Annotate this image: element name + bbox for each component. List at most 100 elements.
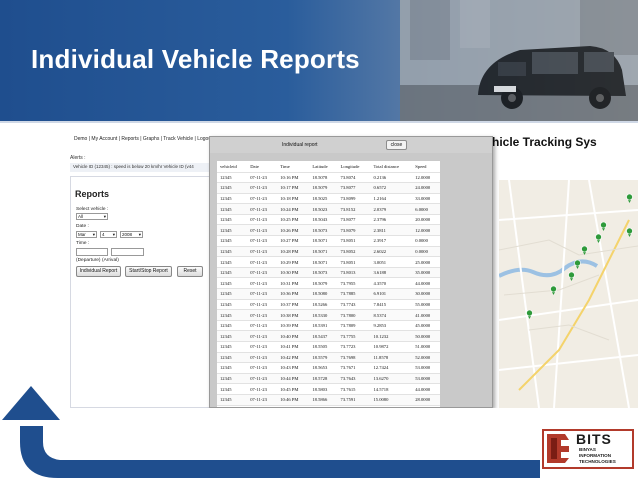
table-cell: 07-11-23 <box>247 267 278 279</box>
table-cell: 10:39 PM <box>277 320 310 332</box>
close-button[interactable]: close <box>386 140 407 150</box>
table-cell: 73.7755 <box>337 330 371 342</box>
table-cell: 73.8013 <box>337 267 371 279</box>
map-marker[interactable] <box>526 309 533 319</box>
table-cell: 10:16 PM <box>277 172 310 184</box>
table-cell: 12345 <box>217 341 248 353</box>
table-cell: 2.6022 <box>370 246 413 258</box>
table-cell: 18.5079 <box>309 277 338 290</box>
map-marker[interactable] <box>581 245 588 255</box>
table-cell: 12345 <box>217 172 248 184</box>
table-cell: 73.8079 <box>337 224 371 237</box>
month-select-value: Mar <box>78 232 86 237</box>
map-marker[interactable] <box>626 193 633 203</box>
month-select[interactable]: Mar ▾ <box>76 231 97 238</box>
date-label: Date : <box>76 224 89 229</box>
table-cell: 07-11-23 <box>247 341 278 353</box>
table-cell: 07-11-23 <box>247 277 278 290</box>
table-row: 12345 07-11-23 10:25 PM 18.5043 73.8077 2.379… <box>217 214 440 226</box>
map-marker[interactable] <box>626 227 633 237</box>
table-cell: 12.7424 <box>370 362 413 374</box>
reports-heading: Reports <box>75 189 110 199</box>
time-label: Time : <box>76 241 90 246</box>
map-view[interactable] <box>499 180 638 408</box>
arrival-label: (Arrival) <box>102 258 119 263</box>
table-cell: 73.8152 <box>337 203 371 215</box>
table-cell: 12345 <box>217 246 248 258</box>
app-title: hicle Tracking Sys <box>492 135 597 149</box>
table-cell: 73.8077 <box>337 214 371 226</box>
start-stop-report-button[interactable]: Start/Stop Report <box>125 266 172 277</box>
table-cell: 10:27 PM <box>277 235 310 247</box>
table-cell: 10:38 PM <box>277 309 310 321</box>
table-cell: 2.3796 <box>370 214 413 226</box>
table-cell: 12345 <box>217 235 248 247</box>
table-cell: 07-11-23 <box>247 352 278 364</box>
table-cell: 73.7743 <box>337 299 371 311</box>
table-cell: 4.3570 <box>370 277 413 290</box>
nav-bar[interactable]: Demo | My Account | Reports | Graphs | T… <box>74 136 215 142</box>
table-cell: 18.5080 <box>309 288 338 300</box>
table-cell: 12345 <box>217 267 248 279</box>
table-cell: 73.7955 <box>337 277 371 290</box>
arrival-time-input[interactable] <box>111 248 144 256</box>
table-cell: 73.8077 <box>337 182 371 194</box>
table-cell: 2.0379 <box>370 203 413 215</box>
report-table: vehicleid Date Time Latitude Longitude Total … <box>217 161 440 406</box>
vehicle-select[interactable]: All ▾ <box>76 213 108 220</box>
reset-button[interactable]: Reset <box>177 266 203 277</box>
table-row: 12345 07-11-23 10:31 PM 18.5079 73.7955 4.357… <box>217 277 440 290</box>
table-cell: 8.5374 <box>370 309 413 321</box>
table-cell: 7.8415 <box>370 299 413 311</box>
map-marker[interactable] <box>600 221 607 231</box>
table-cell: 12345 <box>217 362 248 374</box>
table-cell: 18.5025 <box>309 193 338 205</box>
table-cell: 07-11-23 <box>247 193 278 205</box>
table-body: 12345 07-11-23 10:16 PM 18.5078 73.8074 0.213… <box>217 172 440 406</box>
table-cell: 18.5653 <box>309 362 338 374</box>
map-marker[interactable] <box>550 285 557 295</box>
title-banner: Individual Vehicle Reports <box>0 0 638 123</box>
table-cell: 12345 <box>217 224 248 237</box>
table-cell: 18.5437 <box>309 330 338 342</box>
curved-arrow-graphic <box>2 386 540 478</box>
taxi-photo <box>400 0 638 123</box>
individual-report-button[interactable]: Individual Report <box>76 266 121 277</box>
table-cell: 9.2853 <box>370 320 413 332</box>
table-cell: 33.0000 <box>412 193 440 205</box>
chevron-down-icon: ▾ <box>138 232 141 237</box>
table-cell: 73.8099 <box>337 193 371 205</box>
table-cell: 73.7885 <box>337 288 371 300</box>
chevron-down-icon: ▾ <box>92 232 95 237</box>
map-marker[interactable] <box>568 271 575 281</box>
table-cell: 0.0000 <box>412 246 440 258</box>
table-cell: 73.8052 <box>337 246 371 258</box>
report-table-container[interactable]: vehicleid Date Time Latitude Longitude Total … <box>217 161 440 407</box>
table-cell: 11.8578 <box>370 352 413 364</box>
table-cell: 55.0000 <box>412 299 440 311</box>
table-cell: 73.7671 <box>337 362 371 374</box>
vehicle-select-value: All <box>78 214 84 219</box>
map-marker[interactable] <box>595 233 602 243</box>
departure-label: (Departure) <box>76 258 101 263</box>
table-cell: 07-11-23 <box>247 288 278 300</box>
column-header: Date <box>247 161 278 173</box>
table-cell: 07-11-23 <box>247 309 278 321</box>
table-cell: 12.0000 <box>412 224 440 237</box>
day-select-value: 4 <box>102 232 105 237</box>
table-cell: 10:25 PM <box>277 214 310 226</box>
table-cell: 25.0000 <box>412 256 440 268</box>
column-header: vehicleid <box>217 161 248 173</box>
table-cell: 07-11-23 <box>247 362 278 374</box>
year-select[interactable]: 2008 ▾ <box>120 231 143 238</box>
table-row: 12345 07-11-23 10:29 PM 18.5071 73.8051 3.005… <box>217 256 440 268</box>
table-cell: 12345 <box>217 277 248 290</box>
day-select[interactable]: 4 ▾ <box>100 231 117 238</box>
departure-time-input[interactable] <box>76 248 108 256</box>
table-cell: 18.5073 <box>309 267 338 279</box>
table-cell: 18.5078 <box>309 172 338 184</box>
map-marker[interactable] <box>574 259 581 269</box>
table-cell: 30.0000 <box>412 288 440 300</box>
table-cell: 35.0000 <box>412 267 440 279</box>
table-cell: 0.2136 <box>370 172 413 184</box>
